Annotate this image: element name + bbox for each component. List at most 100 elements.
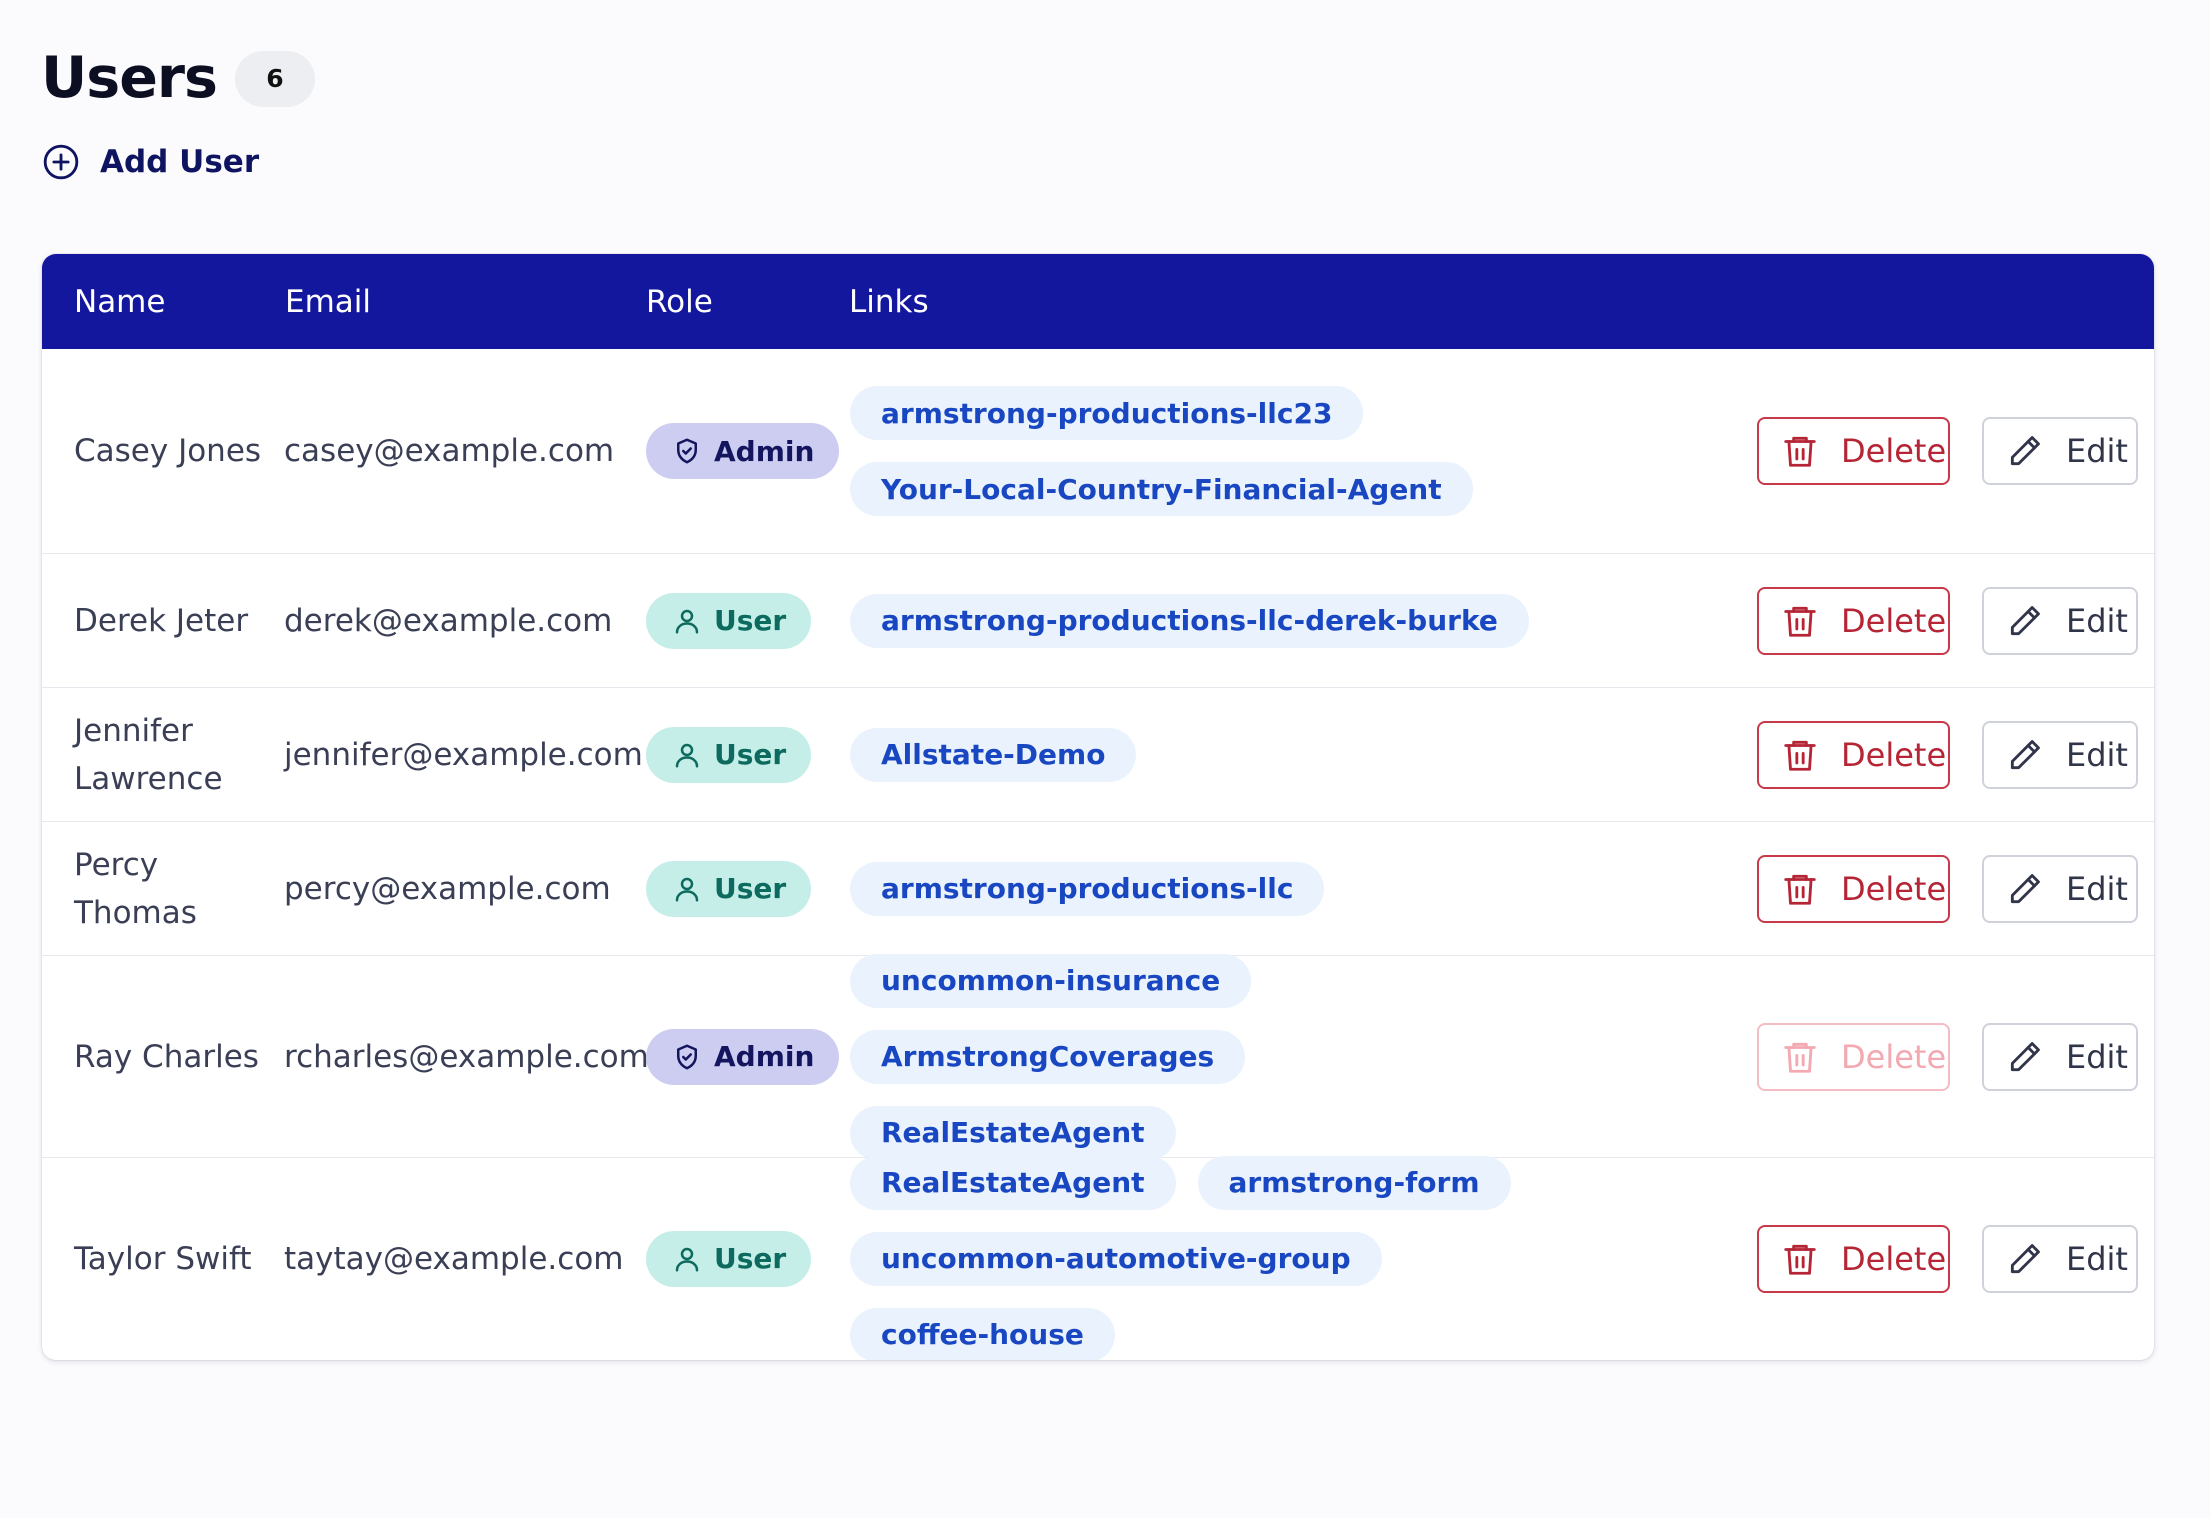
links-cell: RealEstateAgent armstrong-form uncommon-au… xyxy=(850,1155,1770,1360)
delete-label: Delete xyxy=(1841,432,1947,470)
user-email: percy@example.com xyxy=(284,870,611,907)
delete-button[interactable]: Delete xyxy=(1757,854,1950,923)
links-list: uncommon-insurance ArmstrongCoverages Real… xyxy=(850,953,1550,1160)
row-actions: Delete Edit xyxy=(1757,349,2138,553)
link-chip[interactable]: uncommon-insurance xyxy=(850,953,1252,1008)
table-row: Percy Thomas percy@example.com User arms… xyxy=(42,821,2154,955)
role-label: User xyxy=(714,738,787,771)
link-chip[interactable]: ArmstrongCoverages xyxy=(850,1029,1246,1084)
links-cell: uncommon-insurance ArmstrongCoverages Real… xyxy=(850,953,1770,1160)
edit-label: Edit xyxy=(2066,601,2128,640)
delete-button[interactable]: Delete xyxy=(1757,417,1950,485)
role-badge: User xyxy=(646,592,812,649)
role-label: User xyxy=(714,1242,787,1275)
plus-circle-icon xyxy=(43,144,79,180)
edit-button[interactable]: Edit xyxy=(1982,1022,2138,1091)
user-name: Ray Charles xyxy=(74,1038,259,1075)
edit-label: Edit xyxy=(2066,869,2128,908)
links-cell: Allstate-Demo xyxy=(850,688,1770,821)
link-chip[interactable]: coffee-house xyxy=(850,1307,1115,1360)
edit-label: Edit xyxy=(2066,432,2128,470)
edit-button[interactable]: Edit xyxy=(1982,854,2138,923)
delete-button[interactable]: Delete xyxy=(1757,586,1950,655)
trash-icon xyxy=(1784,1244,1816,1275)
users-table: Name Email Role Links Casey Jones casey@… xyxy=(42,254,2154,1360)
user-email: rcharles@example.com xyxy=(284,1038,649,1075)
edit-label: Edit xyxy=(2066,735,2128,774)
add-user-button[interactable]: Add User xyxy=(42,143,259,181)
table-row: Taylor Swift taytay@example.com User Rea… xyxy=(42,1155,2154,1360)
link-chip[interactable]: uncommon-automotive-group xyxy=(850,1231,1382,1286)
pencil-icon xyxy=(2010,739,2040,769)
pencil-icon xyxy=(2010,873,2040,903)
links-list: armstrong-productions-llc xyxy=(850,861,1325,916)
edit-button[interactable]: Edit xyxy=(1982,417,2138,485)
links-cell: armstrong-productions-llc23 Your-Local-Co… xyxy=(850,349,1770,553)
role-badge: User xyxy=(646,726,812,783)
edit-label: Edit xyxy=(2066,1037,2128,1076)
column-header-email: Email xyxy=(285,283,372,320)
table-row: Jennifer Lawrence jennifer@example.com U… xyxy=(42,687,2154,821)
link-chip[interactable]: Your-Local-Country-Financial-Agent xyxy=(850,462,1473,516)
link-chip[interactable]: armstrong-productions-llc23 xyxy=(850,386,1364,440)
trash-icon xyxy=(1784,874,1816,905)
user-icon xyxy=(675,609,699,633)
role-badge: User xyxy=(646,1230,812,1287)
link-chip[interactable]: armstrong-form xyxy=(1197,1155,1511,1210)
link-chip[interactable]: armstrong-productions-llc xyxy=(850,861,1325,916)
role-label: Admin xyxy=(714,434,815,468)
delete-label: Delete xyxy=(1841,735,1947,774)
links-cell: armstrong-productions-llc-derek-burke xyxy=(850,554,1770,687)
links-list: RealEstateAgent armstrong-form uncommon-au… xyxy=(850,1155,1550,1360)
table-row: Ray Charles rcharles@example.com Admin u… xyxy=(42,953,2154,1160)
user-email: jennifer@example.com xyxy=(284,736,643,773)
user-icon xyxy=(675,743,699,767)
row-actions: Delete Edit xyxy=(1757,822,2138,955)
role-badge: User xyxy=(646,860,812,917)
user-count-badge: 6 xyxy=(234,50,315,107)
row-actions: Delete Edit xyxy=(1757,688,2138,821)
user-icon xyxy=(675,877,699,901)
user-icon xyxy=(675,1247,699,1271)
link-chip[interactable]: RealEstateAgent xyxy=(850,1105,1176,1160)
role-badge: Admin xyxy=(646,423,840,479)
row-actions: Delete Edit xyxy=(1757,1158,2138,1359)
row-actions: Delete Edit xyxy=(1757,554,2138,687)
table-row: Casey Jones casey@example.com Admin arms… xyxy=(42,349,2154,553)
role-cell: User xyxy=(646,688,812,821)
column-header-links: Links xyxy=(849,283,929,320)
edit-button[interactable]: Edit xyxy=(1982,1224,2138,1293)
user-email: taytay@example.com xyxy=(284,1240,624,1277)
delete-label: Delete xyxy=(1841,1037,1947,1076)
link-chip[interactable]: armstrong-productions-llc-derek-burke xyxy=(850,593,1529,648)
page-header: Users 6 xyxy=(41,50,315,107)
table-header: Name Email Role Links xyxy=(42,254,2154,349)
trash-icon xyxy=(1784,436,1816,467)
row-actions: Delete Edit xyxy=(1757,956,2138,1157)
role-cell: Admin xyxy=(646,349,840,553)
trash-icon xyxy=(1784,606,1816,637)
links-list: Allstate-Demo xyxy=(850,727,1137,782)
delete-button[interactable]: Delete xyxy=(1757,720,1950,789)
user-name: Percy Thomas xyxy=(74,846,197,931)
role-label: User xyxy=(714,604,787,637)
delete-button[interactable]: Delete xyxy=(1757,1224,1950,1293)
role-label: Admin xyxy=(714,1040,815,1073)
user-name: Casey Jones xyxy=(74,433,262,469)
delete-label: Delete xyxy=(1841,869,1947,908)
links-list: armstrong-productions-llc-derek-burke xyxy=(850,593,1529,648)
edit-button[interactable]: Edit xyxy=(1982,586,2138,655)
delete-label: Delete xyxy=(1841,601,1947,640)
user-name: Taylor Swift xyxy=(74,1240,252,1277)
links-cell: armstrong-productions-llc xyxy=(850,822,1770,955)
user-name: Jennifer Lawrence xyxy=(74,712,223,797)
edit-label: Edit xyxy=(2066,1239,2128,1278)
role-label: User xyxy=(714,872,787,905)
link-chip[interactable]: Allstate-Demo xyxy=(850,727,1137,782)
trash-icon xyxy=(1784,740,1816,771)
role-cell: User xyxy=(646,554,812,687)
user-name: Derek Jeter xyxy=(74,602,249,639)
pencil-icon xyxy=(2010,436,2040,466)
edit-button[interactable]: Edit xyxy=(1982,720,2138,789)
link-chip[interactable]: RealEstateAgent xyxy=(850,1155,1176,1210)
